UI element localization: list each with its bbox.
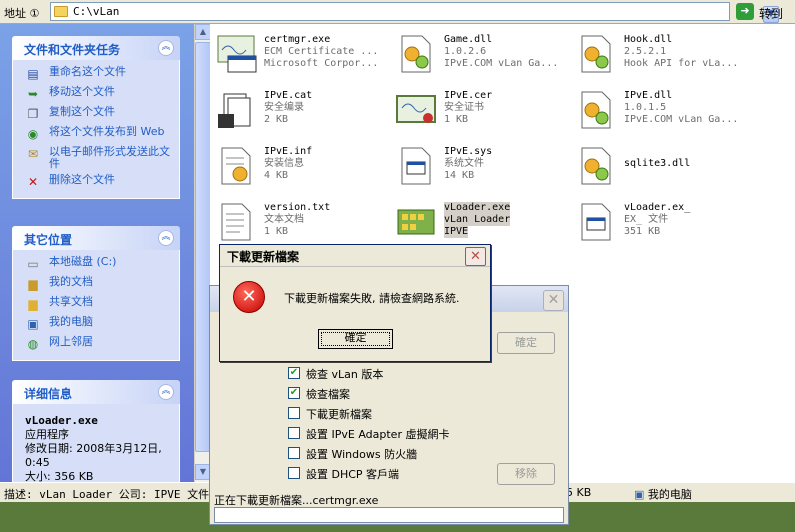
other-places-panel: 其它位置 ︽ ▭ 本地磁盘 (C:) ▆ 我的文档 ▆ 共享文档 ▣ 我的电脑 ◍ 网上邻… (12, 226, 180, 361)
shared-folder-icon: ▆ (28, 297, 38, 311)
certificate-app-icon (217, 35, 257, 73)
email-icon: ✉ (27, 147, 39, 161)
error-message: 下載更新檔案失敗, 請檢查網路系統. (284, 292, 460, 305)
checkbox[interactable] (288, 407, 300, 419)
status-size: 5 KB (566, 486, 592, 499)
delete-icon: ✕ (27, 175, 39, 189)
task-move[interactable]: ➥ 移动这个文件 (13, 84, 179, 104)
place-my-documents[interactable]: ▆ 我的文档 (13, 274, 179, 294)
task-copy[interactable]: ❐ 复制这个文件 (13, 104, 179, 124)
app-icon (397, 209, 435, 235)
error-dialog: 下載更新檔案 ✕ ✕ 下載更新檔案失敗, 請檢查網路系統. 確定 (219, 244, 491, 362)
certificate-icon (396, 95, 436, 123)
file-item-selected[interactable]: vLoader.exe vLan Loader IPVE (390, 198, 570, 250)
details-header[interactable]: 详细信息 ︽ (12, 380, 180, 404)
checkbox[interactable] (288, 427, 300, 439)
task-rename[interactable]: ▤ 重命名这个文件 (13, 64, 179, 84)
task-publish-web[interactable]: ◉ 将这个文件发布到 Web (13, 124, 179, 144)
address-path: C:\vLan (73, 5, 120, 18)
go-arrow-icon[interactable]: ➜ (736, 3, 754, 20)
updater-ok-button[interactable]: 確定 (497, 332, 555, 354)
status-description: 描述: vLan Loader 公司: IPVE 文件版 (4, 488, 221, 501)
ok-button[interactable]: 確定 (318, 329, 393, 349)
file-item[interactable]: vLoader.ex_ EX_ 文件 351 KB (570, 198, 750, 250)
computer-icon: ▣ (634, 488, 645, 501)
go-button[interactable]: 转到 (759, 5, 783, 22)
detail-size: 大小: 356 KB (25, 470, 94, 482)
dll-gear-icon (581, 147, 611, 185)
file-item[interactable]: certmgr.exe ECM Certificate ... Microsof… (210, 30, 390, 82)
close-icon[interactable]: ✕ (465, 247, 486, 266)
file-item[interactable]: IPvE.sys 系统文件 14 KB (390, 142, 570, 194)
dll-gear-icon (581, 35, 611, 73)
text-file-icon (221, 203, 251, 241)
task-email[interactable]: ✉ 以电子邮件形式发送此文件 (13, 144, 179, 172)
generic-file-icon (581, 203, 611, 241)
address-label: 地址 ① (4, 7, 40, 20)
catalog-icon (218, 93, 251, 128)
panel-title: 文件和文件夹任务 (24, 43, 121, 57)
collapse-icon[interactable]: ︽ (158, 40, 174, 56)
task-pane: 文件和文件夹任务 ︽ ▤ 重命名这个文件 ➥ 移动这个文件 ❐ 复制这个文件 ◉ 将这个… (0, 24, 194, 482)
file-tasks-header[interactable]: 文件和文件夹任务 ︽ (12, 36, 180, 60)
documents-icon: ▆ (28, 277, 38, 291)
dll-gear-icon (401, 35, 431, 73)
remove-button[interactable]: 移除 (497, 463, 555, 485)
file-tasks-panel: 文件和文件夹任务 ︽ ▤ 重命名这个文件 ➥ 移动这个文件 ❐ 复制这个文件 ◉ 将这个… (12, 36, 180, 199)
file-item[interactable]: IPvE.dll 1.0.1.5 IPvE.COM vLan Ga... (570, 86, 750, 138)
folder-icon (54, 6, 68, 17)
error-icon: ✕ (233, 281, 265, 313)
file-item[interactable]: Hook.dll 2.5.2.1 Hook API for vLa... (570, 30, 750, 82)
place-my-computer[interactable]: ▣ 我的电脑 (13, 314, 179, 334)
detail-modified: 修改日期: 2008年3月12日, 0:45 (25, 442, 162, 469)
checkbox[interactable]: ✔ (288, 367, 300, 379)
dialog-title: 下載更新檔案 (227, 250, 300, 264)
setup-info-icon (221, 147, 251, 185)
move-icon: ➥ (27, 87, 39, 101)
place-local-disk[interactable]: ▭ 本地磁盘 (C:) (13, 254, 179, 274)
collapse-icon[interactable]: ︽ (158, 230, 174, 246)
file-item[interactable]: sqlite3.dll (570, 142, 750, 194)
file-item[interactable]: IPvE.cer 安全证书 1 KB (390, 86, 570, 138)
detail-type: 应用程序 (25, 428, 69, 441)
progress-bar (214, 507, 564, 523)
address-input[interactable]: C:\vLan ▼ (50, 2, 779, 23)
dll-gear-icon (581, 91, 611, 129)
close-button[interactable]: ✕ (543, 290, 564, 311)
address-bar: 地址 ① C:\vLan ▼ ➜ 转到 (0, 0, 795, 24)
rename-icon: ▤ (27, 67, 39, 81)
details-panel: 详细信息 ︽ vLoader.exe 应用程序 修改日期: 2008年3月12日… (12, 380, 180, 482)
updater-status: 正在下載更新檔案...certmgr.exe (214, 494, 379, 507)
task-delete[interactable]: ✕ 删除这个文件 (13, 172, 179, 192)
place-network[interactable]: ◍ 网上邻居 (13, 334, 179, 354)
panel-title: 其它位置 (24, 233, 73, 247)
file-item[interactable]: Game.dll 1.0.2.6 IPvE.COM vLan Ga... (390, 30, 570, 82)
computer-icon: ▣ (27, 317, 39, 331)
scroll-up-icon[interactable]: ▲ (195, 24, 211, 40)
checkbox[interactable] (288, 467, 300, 479)
place-shared-documents[interactable]: ▆ 共享文档 (13, 294, 179, 314)
drive-icon: ▭ (27, 257, 39, 271)
status-computer: ▣ 我的电脑 (634, 488, 692, 501)
file-item[interactable]: IPvE.cat 安全编录 2 KB (210, 86, 390, 138)
copy-icon: ❐ (27, 107, 39, 121)
checkbox[interactable]: ✔ (288, 387, 300, 399)
detail-filename: vLoader.exe (25, 414, 98, 427)
collapse-icon[interactable]: ︽ (158, 384, 174, 400)
file-item[interactable]: IPvE.inf 安装信息 4 KB (210, 142, 390, 194)
panel-title: 详细信息 (24, 387, 73, 401)
file-item[interactable]: version.txt 文本文档 1 KB (210, 198, 390, 250)
vertical-scrollbar[interactable]: ▲ ▼ (194, 24, 211, 482)
publish-web-icon: ◉ (27, 127, 39, 141)
network-icon: ◍ (27, 337, 39, 351)
system-file-icon (401, 147, 431, 185)
dialog-titlebar: 下載更新檔案 ✕ (220, 245, 490, 267)
other-places-header[interactable]: 其它位置 ︽ (12, 226, 180, 250)
checkbox[interactable] (288, 447, 300, 459)
